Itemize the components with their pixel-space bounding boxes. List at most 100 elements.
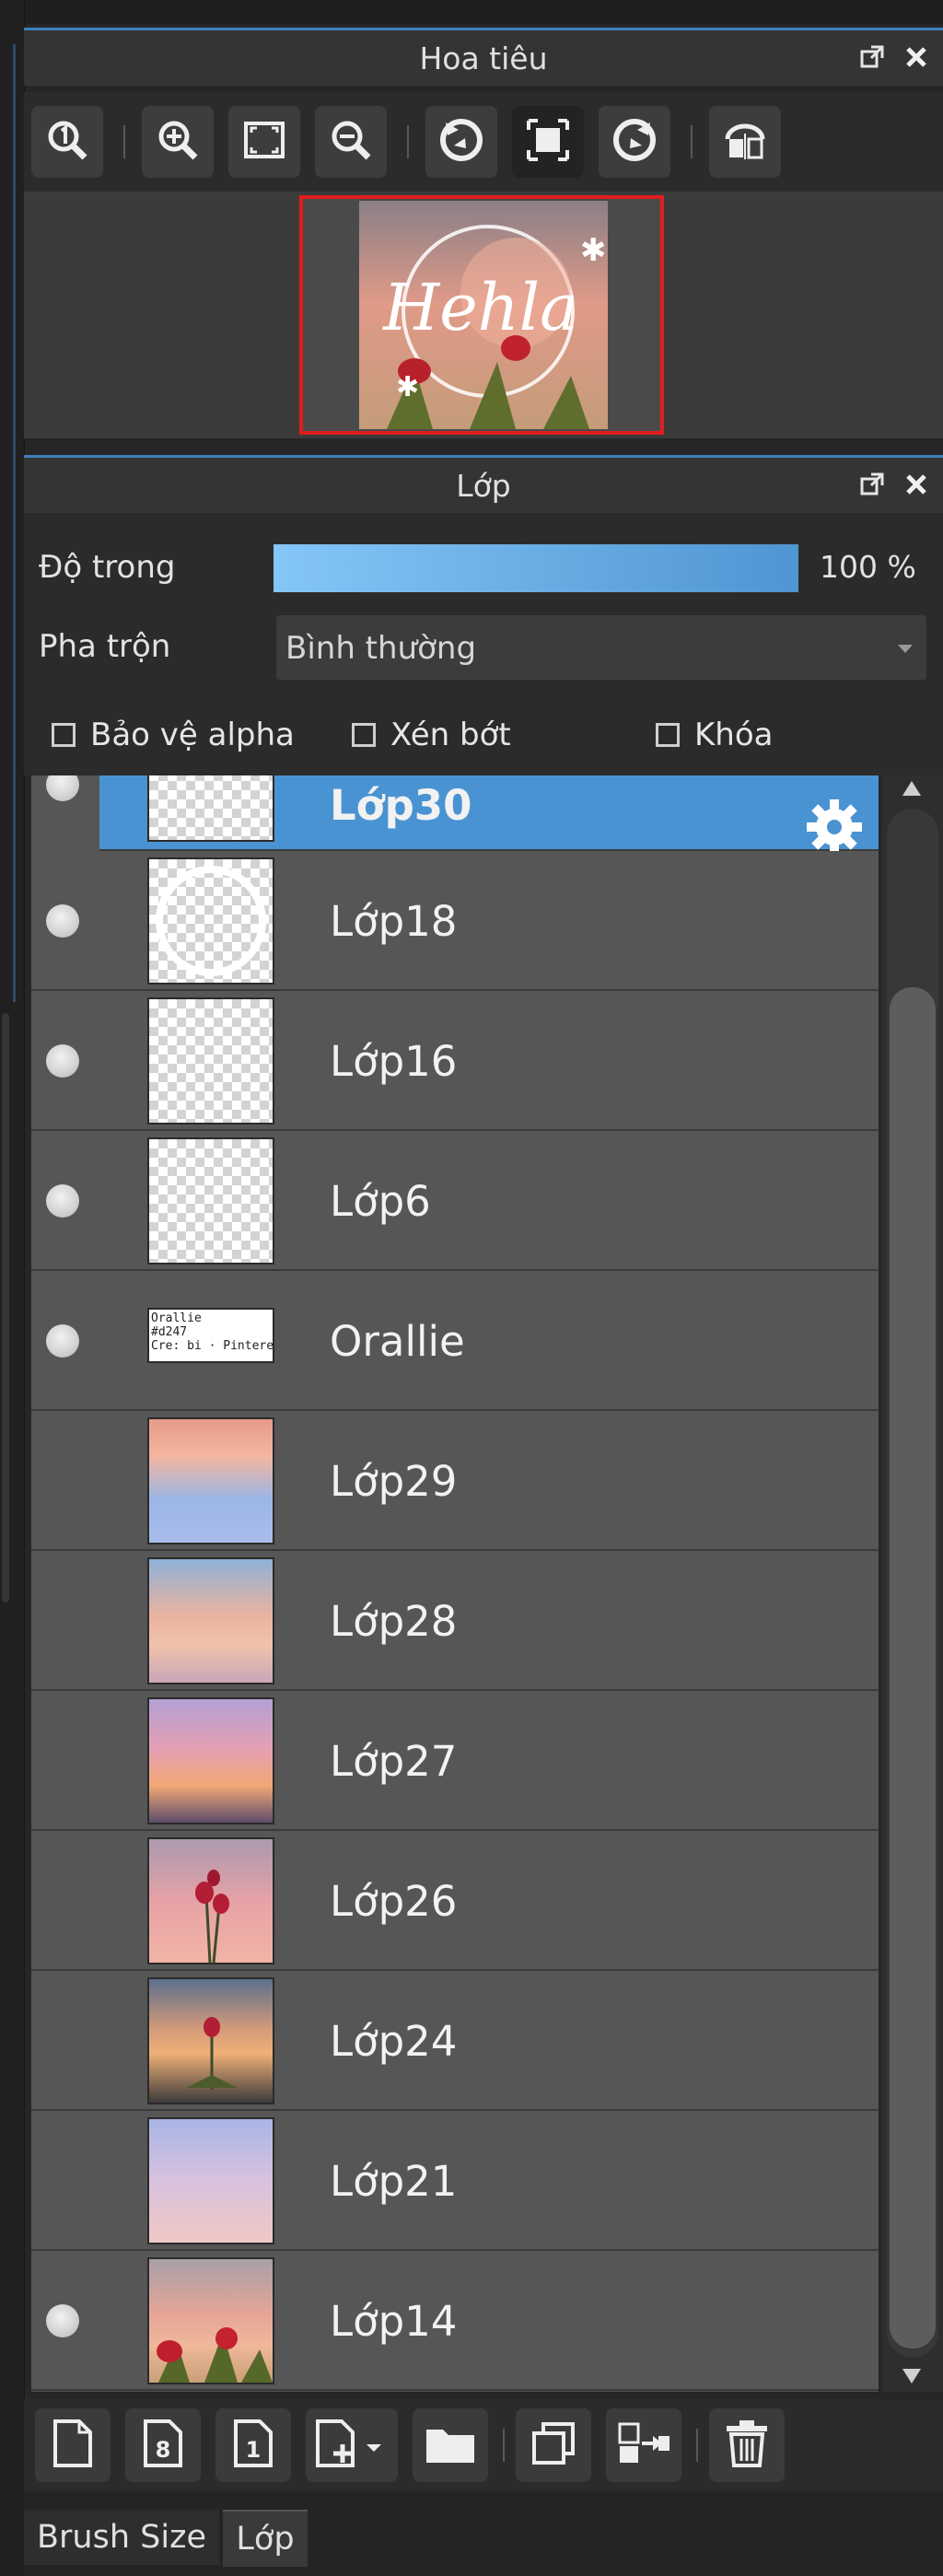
new-folder-icon (425, 2422, 476, 2468)
svg-text:✱: ✱ (396, 371, 419, 403)
new-8bit-layer-button[interactable]: 8 (125, 2408, 201, 2482)
navigator-title: Hoa tiêu (419, 40, 548, 76)
left-scrollbar[interactable] (2, 1013, 9, 1603)
visibility-toggle[interactable] (46, 904, 79, 938)
close-icon[interactable] (901, 469, 932, 500)
scroll-thumb[interactable] (890, 987, 936, 2349)
lock-label: Khóa (694, 717, 774, 753)
layer-name: Lớp28 (330, 1597, 458, 1646)
layer-row[interactable]: Lớp26 (31, 1831, 879, 1971)
zoom-in-button[interactable] (142, 106, 214, 178)
navigator-header: Hoa tiêu (24, 28, 943, 86)
layer-row[interactable]: Lớp28 (31, 1551, 879, 1691)
add-layer-menu-icon (315, 2419, 389, 2472)
layers-header: Lớp (24, 455, 943, 513)
tab-layer[interactable]: Lớp (223, 2510, 308, 2567)
new-1bit-layer-button[interactable]: 1 (215, 2408, 291, 2482)
layer-row[interactable]: Lớp24 (31, 1971, 879, 2111)
layers-title: Lớp (456, 467, 511, 504)
lock-checkbox[interactable]: Khóa (656, 717, 773, 753)
scroll-up-icon[interactable] (901, 779, 923, 801)
chevron-down-icon (897, 641, 914, 659)
layer-row[interactable]: Lớp29 (31, 1411, 879, 1551)
opacity-slider[interactable] (273, 543, 799, 593)
layer-row[interactable]: Lớp18 (31, 851, 879, 991)
layer-row[interactable]: Lớp27 (31, 1691, 879, 1831)
checkbox-box (656, 723, 680, 747)
layer-name: Lớp18 (330, 897, 458, 946)
layer-thumbnail (147, 1977, 274, 2104)
visibility-toggle[interactable] (46, 1324, 79, 1358)
trash-icon (725, 2419, 769, 2472)
protect-alpha-checkbox[interactable]: Bảo vệ alpha (52, 717, 295, 753)
layer-thumbnail (147, 2117, 274, 2244)
navigator-toolbar (24, 92, 943, 192)
scroll-down-icon[interactable] (901, 2367, 923, 2389)
zoom-actual-icon (44, 117, 90, 167)
zoom-actual-button[interactable] (31, 106, 103, 178)
layer-name: Lớp21 (330, 2157, 458, 2206)
top-strip (24, 0, 943, 24)
new-folder-button[interactable] (413, 2408, 488, 2482)
layer-thumbnail (147, 2257, 274, 2384)
add-layer-menu-button[interactable] (306, 2408, 398, 2482)
tab-brush-size[interactable]: Brush Size (24, 2510, 219, 2565)
layer-row[interactable]: Lớp16 (31, 991, 879, 1131)
layer-name: Lớp16 (330, 1037, 458, 1086)
svg-text:1: 1 (246, 2437, 262, 2463)
fit-screen-icon (241, 117, 287, 167)
layer-list-scrollbar[interactable] (882, 775, 943, 2392)
layer-thumbnail (147, 1837, 274, 1964)
opacity-value: 100 % (820, 549, 916, 585)
rotate-left-button[interactable] (425, 106, 497, 178)
layer-thumbnail (147, 1557, 274, 1684)
opacity-label: Độ trong (39, 549, 176, 586)
layer-thumbnail: Orallie #d247 Cre: bi · Pinterest (147, 1308, 274, 1363)
layer-row[interactable]: Lớp30 (31, 775, 879, 855)
layer-toolbar: 8 1 (24, 2399, 943, 2491)
close-icon[interactable] (901, 41, 932, 73)
visibility-toggle[interactable] (46, 1184, 79, 1218)
layer-name: Lớp24 (330, 2017, 458, 2066)
rotate-right-button[interactable] (599, 106, 670, 178)
new-layer-icon (52, 2419, 93, 2472)
layer-row[interactable]: Lớp14 (31, 2251, 879, 2391)
blend-mode-select[interactable]: Bình thường (276, 615, 926, 680)
blend-label: Pha trộn (39, 628, 171, 665)
duplicate-layer-button[interactable] (516, 2408, 591, 2482)
fit-screen-button[interactable] (228, 106, 300, 178)
layer-name: Lớp27 (330, 1737, 458, 1786)
left-accent-bar (13, 44, 16, 1002)
layer-row[interactable]: Lớp6 (31, 1131, 879, 1271)
layer-list[interactable]: Lớp30 Lớp18 Lớp16 Lớp6 Orallie #d247 Cre… (31, 775, 879, 2392)
rotate-left-icon (437, 115, 486, 169)
blend-mode-value: Bình thường (285, 630, 477, 667)
clip-checkbox[interactable]: Xén bớt (352, 717, 511, 753)
layer-name: Lớp30 (330, 781, 472, 830)
zoom-out-button[interactable] (315, 106, 387, 178)
zoom-in-icon (155, 117, 201, 167)
merge-down-button[interactable] (606, 2408, 681, 2482)
checkbox-box (52, 723, 76, 747)
new-8bit-layer-icon: 8 (143, 2419, 183, 2472)
duplicate-layer-icon (530, 2420, 576, 2470)
layer-thumbnail (147, 1137, 274, 1265)
flip-horizontal-icon (722, 117, 768, 167)
popout-icon[interactable] (856, 469, 888, 500)
layer-thumbnail (147, 857, 274, 985)
visibility-toggle[interactable] (46, 1044, 79, 1078)
layer-thumbnail (147, 1417, 274, 1544)
clip-label: Xén bớt (390, 717, 511, 753)
layer-name: Lớp14 (330, 2297, 458, 2346)
popout-icon[interactable] (856, 41, 888, 73)
visibility-toggle[interactable] (46, 2304, 79, 2337)
delete-layer-button[interactable] (709, 2408, 785, 2482)
fit-window-button[interactable] (512, 106, 584, 178)
flip-horizontal-button[interactable] (709, 106, 781, 178)
new-layer-button[interactable] (35, 2408, 111, 2482)
layer-row[interactable]: Lớp21 (31, 2111, 879, 2251)
layer-row[interactable]: Orallie #d247 Cre: bi · Pinterest Oralli… (31, 1271, 879, 1411)
svg-text:✱: ✱ (580, 232, 607, 269)
rotate-right-icon (610, 115, 659, 169)
layer-thumbnail (147, 1697, 274, 1824)
